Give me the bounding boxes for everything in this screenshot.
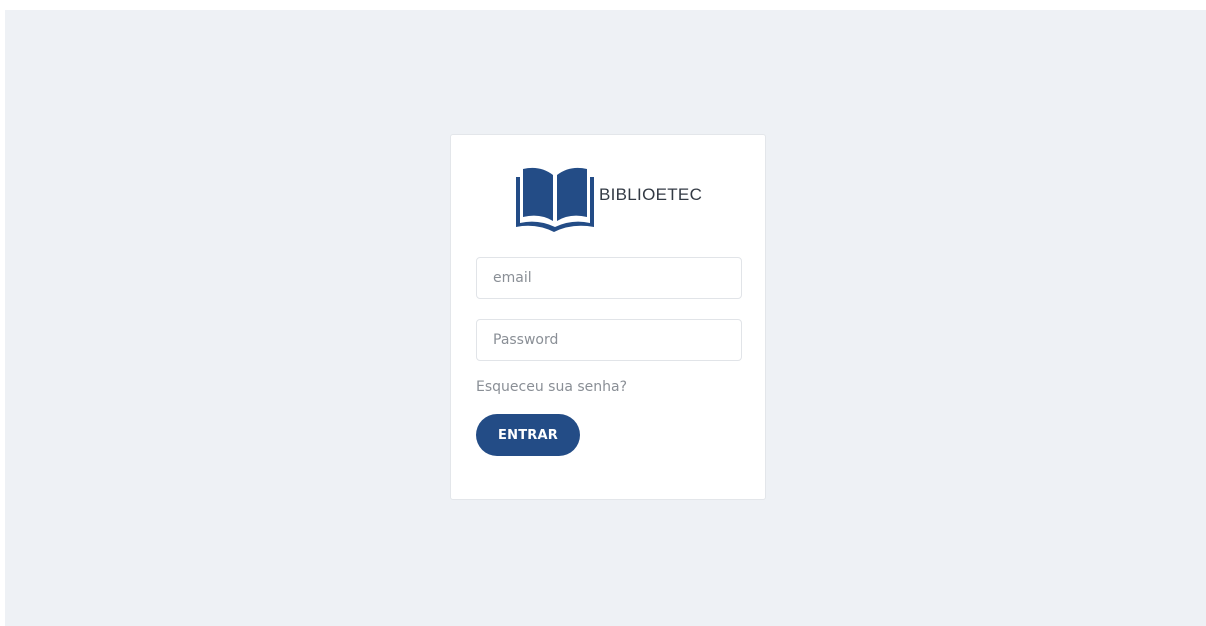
- open-book-icon: [516, 167, 594, 232]
- login-card: BIBLIOETEC Esqueceu sua senha? ENTRAR: [450, 134, 766, 500]
- email-field[interactable]: [476, 257, 742, 299]
- password-field[interactable]: [476, 319, 742, 361]
- login-button[interactable]: ENTRAR: [476, 414, 580, 456]
- brand: BIBLIOETEC: [514, 163, 702, 233]
- page-background: BIBLIOETEC Esqueceu sua senha? ENTRAR: [5, 10, 1206, 626]
- brand-name: BIBLIOETEC: [599, 185, 703, 204]
- forgot-password-link[interactable]: Esqueceu sua senha?: [476, 379, 627, 395]
